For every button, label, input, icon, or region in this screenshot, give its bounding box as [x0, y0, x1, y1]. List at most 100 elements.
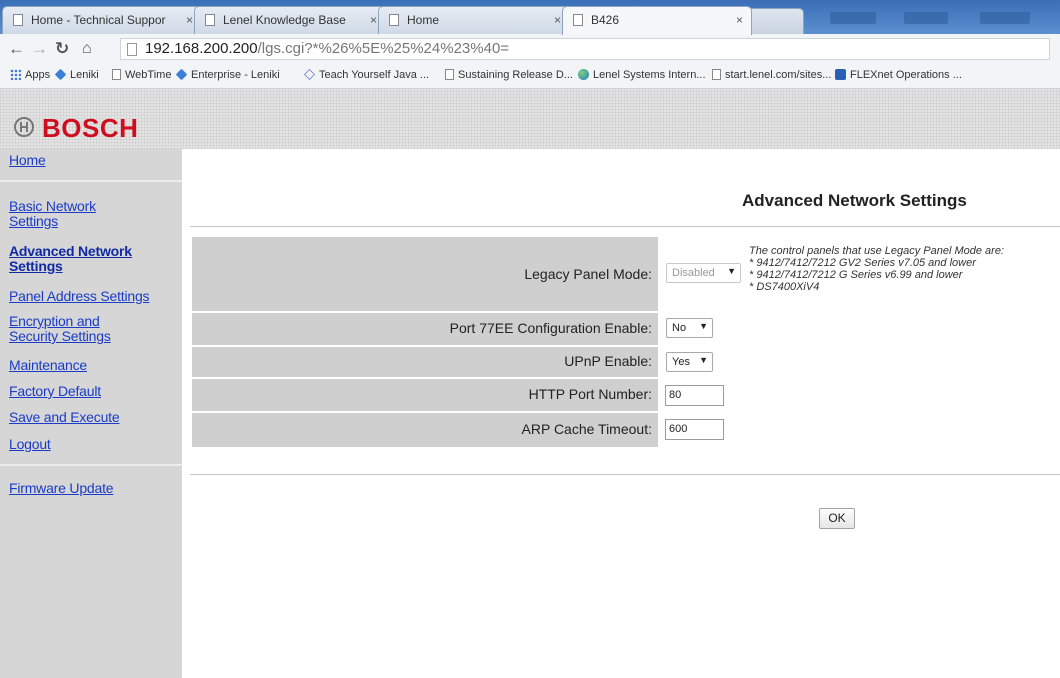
dropdown-arrow-icon: ▼ — [699, 321, 708, 331]
bookmark-item[interactable]: Apps — [10, 69, 50, 81]
diamond-icon — [175, 68, 188, 81]
bookmark-label: FLEXnet Operations ... — [850, 69, 962, 81]
http-port-input[interactable]: 80 — [665, 385, 724, 406]
dropdown-arrow-icon: ▼ — [699, 355, 708, 365]
bookmark-item[interactable]: Lenel Systems Intern... — [578, 69, 706, 81]
bookmark-item[interactable]: Sustaining Release D... — [445, 69, 573, 81]
bookmark-label: Lenel Systems Intern... — [593, 69, 706, 81]
page-title: Advanced Network Settings — [742, 191, 967, 210]
globe-icon — [578, 69, 589, 80]
home-icon[interactable]: ⌂ — [82, 39, 92, 59]
sidebar-item-label: Encryption and — [9, 313, 100, 329]
setting-label-http-port: HTTP Port Number: — [192, 379, 658, 411]
diamond-icon — [54, 68, 67, 81]
url-path: /lgs.cgi?*%26%5E%25%24%23%40= — [257, 40, 510, 57]
port-77ee-enable-select[interactable]: No ▼ — [666, 318, 713, 338]
bookmark-item[interactable]: FLEXnet Operations ... — [835, 69, 962, 81]
bookmark-label: WebTime — [125, 69, 172, 81]
select-value: Disabled — [672, 267, 715, 279]
sidebar-item-logout[interactable]: Logout — [9, 437, 51, 452]
select-value: Yes — [672, 356, 690, 368]
dropdown-arrow-icon: ▼ — [727, 266, 736, 276]
bookmark-label: start.lenel.com/sites... — [725, 69, 832, 81]
browser-tab-title: Home — [407, 13, 440, 27]
sidebar-item-label: Settings — [9, 258, 63, 274]
browser-tab-title: B426 — [591, 13, 620, 27]
upnp-enable-select[interactable]: Yes ▼ — [666, 352, 713, 372]
sidebar-item-label: Advanced Network — [9, 243, 132, 259]
legacy-panel-mode-select[interactable]: Disabled ▼ — [666, 263, 741, 283]
bookmark-label: Enterprise - Leniki — [191, 69, 280, 81]
sidebar-item-maintenance[interactable]: Maintenance — [9, 358, 87, 373]
outline-diamond-icon — [304, 69, 315, 80]
bookmark-label: Apps — [25, 69, 51, 81]
url-host: 192.168.200.200 — [145, 40, 258, 57]
divider-bottom — [190, 474, 1060, 475]
arp-cache-timeout-input[interactable]: 600 — [665, 419, 724, 440]
sidebar-item-label: Security Settings — [9, 328, 111, 344]
setting-label-upnp: UPnP Enable: — [192, 347, 658, 377]
close-icon[interactable]: × — [554, 13, 561, 27]
address-bar[interactable]: 192.168.200.200/lgs.cgi?*%26%5E%25%24%23… — [120, 38, 1050, 60]
reload-icon[interactable]: ↻ — [55, 39, 69, 59]
window-control-blur — [904, 12, 948, 24]
bookmark-item[interactable]: Teach Yourself Java ... — [304, 69, 429, 81]
sidebar-item-encryption-security-settings[interactable]: Encryption and Security Settings — [9, 314, 111, 344]
browser-tab-title: Lenel Knowledge Base — [223, 13, 346, 27]
note-line: The control panels that use Legacy Panel… — [749, 245, 1004, 257]
bookmark-label: Sustaining Release D... — [458, 69, 573, 81]
brand-logo: BOSCH — [42, 113, 139, 143]
close-icon[interactable]: × — [186, 13, 193, 27]
bookmarks-bar: Apps Leniki WebTime Enterprise - Leniki … — [0, 64, 1060, 89]
forward-arrow-icon[interactable]: → — [31, 39, 48, 59]
bookmark-item[interactable]: WebTime — [112, 69, 171, 81]
browser-tab-active[interactable]: B426 × — [562, 6, 752, 35]
browser-tab-title: Home - Technical Suppor — [31, 13, 166, 27]
page-icon — [389, 14, 399, 26]
sidebar-item-basic-network-settings[interactable]: Basic Network Settings — [9, 199, 96, 229]
legacy-panel-note: The control panels that use Legacy Panel… — [749, 245, 1054, 293]
sidebar-item-home[interactable]: Home — [9, 153, 46, 168]
note-line: * 9412/7412/7212 G Series v6.99 and lowe… — [749, 269, 963, 281]
sidebar-divider — [0, 180, 182, 182]
setting-label-arp-cache-timeout: ARP Cache Timeout: — [192, 413, 658, 447]
divider-top — [190, 226, 1060, 227]
bookmark-label: Teach Yourself Java ... — [319, 69, 430, 81]
ok-button[interactable]: OK — [819, 508, 855, 529]
close-icon[interactable]: × — [370, 13, 377, 27]
browser-tab[interactable]: Home × — [378, 6, 570, 34]
note-line: * DS7400XiV4 — [749, 281, 820, 293]
setting-label-port-77ee: Port 77EE Configuration Enable: — [192, 313, 658, 345]
browser-tab[interactable]: Lenel Knowledge Base × — [194, 6, 386, 34]
back-arrow-icon[interactable]: ← — [8, 39, 25, 59]
sidebar-item-save-and-execute[interactable]: Save and Execute — [9, 410, 120, 425]
sidebar-item-label: Basic Network — [9, 198, 96, 214]
page-icon — [445, 69, 454, 80]
window-control-blur — [980, 12, 1030, 24]
page-icon — [112, 69, 121, 80]
sidebar-divider — [0, 464, 182, 466]
page-icon — [13, 14, 23, 26]
new-tab-button[interactable] — [744, 8, 804, 34]
bookmark-label: Leniki — [70, 69, 99, 81]
sidebar-item-firmware-update[interactable]: Firmware Update — [9, 481, 114, 496]
select-value: No — [672, 322, 687, 334]
page-icon — [712, 69, 721, 80]
bookmark-item[interactable]: Enterprise - Leniki — [175, 68, 280, 81]
sidebar-item-factory-default[interactable]: Factory Default — [9, 384, 101, 399]
page-icon — [573, 14, 583, 26]
page-header — [0, 89, 1060, 149]
page-icon — [127, 43, 137, 56]
bookmark-item[interactable]: start.lenel.com/sites... — [712, 69, 831, 81]
bookmark-item[interactable]: Leniki — [54, 68, 99, 81]
browser-tab[interactable]: Home - Technical Suppor × — [2, 6, 202, 34]
close-icon[interactable]: × — [736, 13, 743, 27]
browser-toolbar: ← → ↻ ⌂ 192.168.200.200/lgs.cgi?*%26%5E%… — [0, 34, 1060, 65]
sidebar-item-advanced-network-settings[interactable]: Advanced Network Settings — [9, 244, 132, 274]
sidebar-item-panel-address-settings[interactable]: Panel Address Settings — [9, 289, 150, 304]
sidebar-item-label: Settings — [9, 213, 58, 229]
flexnet-icon — [835, 69, 846, 80]
browser-tab-strip: Home - Technical Suppor × Lenel Knowledg… — [0, 0, 1060, 35]
note-line: * 9412/7412/7212 GV2 Series v7.05 and lo… — [749, 257, 976, 269]
apps-icon — [10, 69, 21, 80]
